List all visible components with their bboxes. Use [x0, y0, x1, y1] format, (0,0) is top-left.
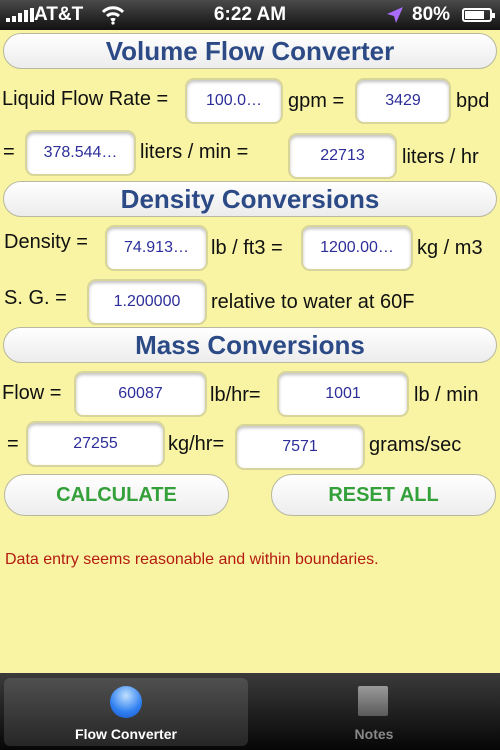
- tab-notes-label: Notes: [354, 726, 394, 742]
- specific-gravity-field[interactable]: 1.200000: [87, 279, 207, 325]
- mass-flow-label: Flow =: [2, 382, 62, 404]
- kg-per-m3-unit-label: kg / m3: [417, 237, 483, 259]
- tab-flow-converter[interactable]: Flow Converter: [4, 678, 248, 746]
- kg-per-hr-field[interactable]: 27255: [26, 421, 165, 467]
- tab-bar: Flow Converter Notes: [0, 673, 500, 750]
- gpm-field[interactable]: 100.0…: [185, 78, 283, 124]
- kg-per-m3-field[interactable]: 1200.00…: [301, 225, 413, 271]
- lb-per-hr-unit-label: lb/hr=: [210, 384, 261, 406]
- grams-per-sec-field[interactable]: 7571: [235, 424, 365, 470]
- bpd-unit-label: bpd: [456, 90, 490, 112]
- calculate-button[interactable]: CALCULATE: [4, 474, 229, 516]
- density-label: Density =: [4, 231, 88, 253]
- lb-per-ft3-unit-label: lb / ft3 =: [211, 237, 283, 259]
- globe-icon: [110, 686, 142, 718]
- battery-percent: 80%: [412, 4, 451, 25]
- bpd-field[interactable]: 3429: [355, 78, 451, 124]
- square-icon: [358, 686, 388, 716]
- lb-per-min-field[interactable]: 1001: [277, 371, 409, 417]
- liters-per-min-field[interactable]: 378.544…: [25, 130, 136, 176]
- liters-per-hr-unit-label: liters / hr: [402, 146, 479, 168]
- lb-per-hr-field[interactable]: 60087: [74, 371, 207, 417]
- tab-flow-converter-label: Flow Converter: [75, 726, 177, 742]
- mass-row2-equals: =: [7, 433, 19, 455]
- grams-per-sec-unit-label: grams/sec: [369, 434, 462, 456]
- volume-row2-equals: =: [3, 141, 15, 163]
- kg-per-hr-unit-label: kg/hr=: [168, 433, 225, 455]
- mass-section-header: Mass Conversions: [3, 327, 497, 363]
- specific-gravity-label: S. G. =: [4, 287, 67, 309]
- lb-per-min-unit-label: lb / min: [414, 384, 479, 406]
- validation-message: Data entry seems reasonable and within b…: [5, 551, 379, 568]
- reset-all-button[interactable]: RESET ALL: [271, 474, 496, 516]
- specific-gravity-note: relative to water at 60F: [211, 291, 415, 313]
- battery-icon: [462, 8, 495, 22]
- tab-notes[interactable]: Notes: [252, 678, 496, 746]
- lb-per-ft3-field[interactable]: 74.913…: [105, 225, 208, 271]
- liters-per-min-unit-label: liters / min =: [140, 141, 249, 163]
- volume-section-header: Volume Flow Converter: [3, 33, 497, 69]
- liquid-flow-rate-label: Liquid Flow Rate =: [2, 88, 169, 110]
- liters-per-hr-field[interactable]: 22713: [288, 133, 397, 179]
- gpm-unit-label: gpm =: [288, 90, 345, 112]
- density-section-header: Density Conversions: [3, 181, 497, 217]
- status-bar: AT&T 6:22 AM 80%: [0, 0, 500, 30]
- location-arrow-icon: [387, 7, 403, 23]
